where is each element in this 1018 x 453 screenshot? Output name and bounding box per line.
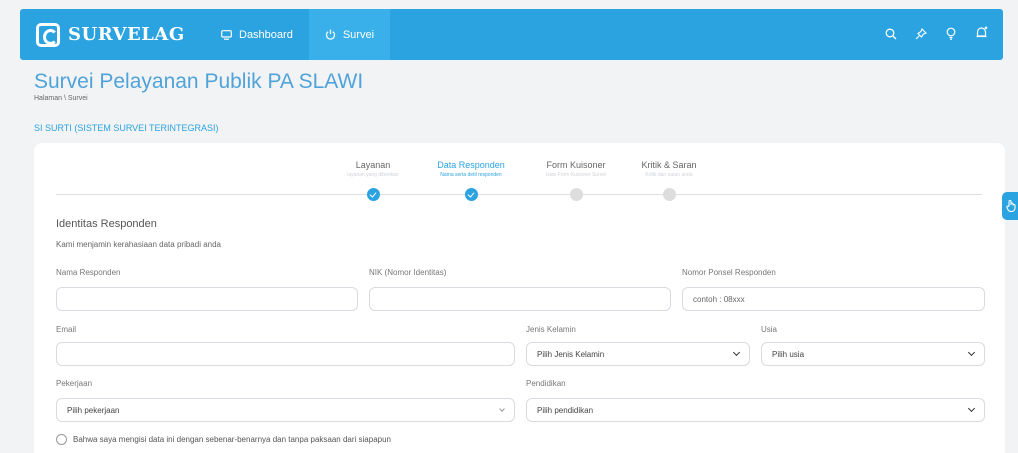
search-icon[interactable] xyxy=(883,27,899,43)
nav-survei-label: Survei xyxy=(342,28,375,41)
page-title: Survei Pelayanan Publik PA SLAWI xyxy=(34,70,364,93)
pekerjaan-select[interactable]: Pilih pekerjaan xyxy=(56,398,515,422)
chevron-down-icon xyxy=(732,348,741,357)
agreement-row[interactable]: Bahwa saya mengisi data ini dengan seben… xyxy=(56,434,391,445)
step-title: Kritik & Saran xyxy=(641,160,697,170)
ponsel-label: Nomor Ponsel Responden xyxy=(682,268,776,277)
step-check-icon xyxy=(367,188,380,201)
pekerjaan-label: Pekerjaan xyxy=(56,379,93,388)
nama-responden-input[interactable] xyxy=(56,287,358,311)
side-settings-tab[interactable] xyxy=(1002,192,1018,220)
form-heading: Identitas Responden xyxy=(56,218,157,230)
pekerjaan-value: Pilih pekerjaan xyxy=(67,405,120,415)
logo-icon xyxy=(36,22,60,47)
step-title: Data Responden xyxy=(437,160,505,170)
jenis-kelamin-label: Jenis Kelamin xyxy=(526,325,576,334)
email-label: Email xyxy=(56,325,77,334)
chevron-down-icon xyxy=(499,406,505,412)
lightbulb-icon[interactable] xyxy=(943,27,959,43)
step-title: Layanan xyxy=(355,160,391,170)
nav-survei[interactable]: Survei xyxy=(308,9,391,60)
usia-label: Usia xyxy=(761,325,778,334)
jenis-kelamin-select[interactable]: Pilih Jenis Kelamin xyxy=(526,342,750,366)
step-subtitle: Kritik dan saran anda xyxy=(645,172,693,178)
agreement-text: Bahwa saya mengisi data ini dengan seben… xyxy=(73,435,392,444)
breadcrumb: Halaman \ Survei xyxy=(34,95,88,102)
monitor-icon xyxy=(221,29,232,40)
usia-value: Pilih usia xyxy=(772,349,805,359)
power-icon xyxy=(325,29,335,40)
email-input[interactable] xyxy=(56,342,515,366)
stepper-line xyxy=(56,194,982,195)
form-subheading: Kami menjamin kerahasiaan data pribadi a… xyxy=(56,240,221,249)
section-label: SI SURTI (SISTEM SURVEI TERINTEGRASI) xyxy=(34,123,219,133)
nomor-ponsel-input[interactable]: contoh : 08xxx xyxy=(682,287,985,311)
step-pending-dot xyxy=(570,188,583,201)
top-navbar: SURVELAG Dashboard Survei xyxy=(20,9,1003,60)
pendidikan-select[interactable]: Pilih pendidikan xyxy=(526,398,985,422)
step-pending-dot xyxy=(663,188,676,201)
brand-name: SURVELAG xyxy=(68,24,185,45)
usia-select[interactable]: Pilih usia xyxy=(761,342,985,366)
step-check-icon xyxy=(465,188,478,201)
bell-icon[interactable] xyxy=(973,26,989,43)
navbar-actions xyxy=(883,26,1003,43)
nav-dashboard-label: Dashboard xyxy=(239,28,293,41)
chevron-down-icon xyxy=(967,348,976,357)
nav-dashboard[interactable]: Dashboard xyxy=(205,9,309,60)
nama-label: Nama Responden xyxy=(56,268,121,277)
nik-label: NIK (Nomor Identitas) xyxy=(369,268,447,277)
step-kritik-saran[interactable]: Kritik & Saran Kritik dan saran anda xyxy=(614,160,724,178)
pendidikan-value: Pilih pendidikan xyxy=(537,405,594,415)
step-subtitle: Nama serta detil responden xyxy=(440,172,502,178)
step-subtitle: layanan yang diberikan xyxy=(347,172,399,178)
chevron-down-icon xyxy=(967,404,976,413)
step-data-responden[interactable]: Data Responden Nama serta detil responde… xyxy=(416,160,526,178)
hand-pointer-icon xyxy=(1005,200,1016,212)
jenis-kelamin-value: Pilih Jenis Kelamin xyxy=(537,349,605,359)
step-layanan[interactable]: Layanan layanan yang diberikan xyxy=(318,160,428,178)
pendidikan-label: Pendidikan xyxy=(526,379,566,388)
nik-input[interactable] xyxy=(369,287,671,311)
pin-icon[interactable] xyxy=(913,27,929,43)
brand-logo[interactable]: SURVELAG xyxy=(20,9,205,60)
agreement-checkbox[interactable] xyxy=(56,434,67,445)
